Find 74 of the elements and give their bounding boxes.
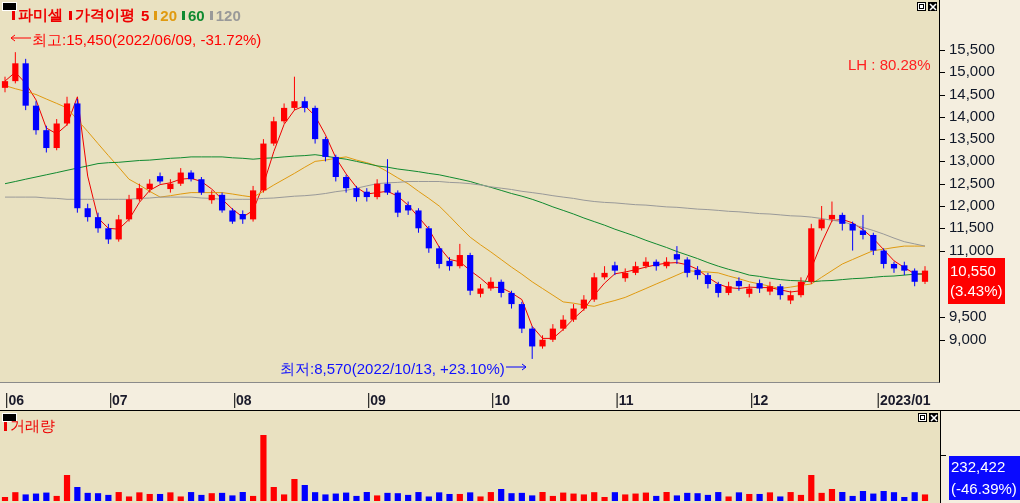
- candlestick: [735, 276, 743, 292]
- arrow-icon: [10, 33, 32, 42]
- legend-label: 20: [160, 7, 178, 24]
- pane-icon[interactable]: [2, 2, 17, 11]
- price-tick-label: 12,000: [949, 196, 995, 213]
- candlestick: [270, 116, 277, 147]
- date-tick-label: 09: [368, 393, 386, 408]
- arrow-icon: [504, 362, 527, 371]
- date-tick-label: 10: [492, 393, 510, 408]
- candlestick: [797, 276, 805, 298]
- price-tick-label: 12,500: [949, 173, 995, 191]
- close-icon[interactable]: [929, 413, 938, 422]
- candlestick: [611, 261, 618, 276]
- candlestick: [405, 201, 412, 216]
- legend-label: 5: [141, 7, 150, 24]
- current-volume-tag: 232,422 (-46.39%): [949, 456, 1020, 500]
- candlestick: [684, 256, 691, 278]
- candlestick: [384, 158, 391, 196]
- candlestick: [291, 76, 298, 111]
- legend-label: 파미셀: [18, 6, 63, 25]
- date-tick-label: 07: [109, 393, 128, 408]
- candlestick: [43, 125, 50, 153]
- candlestick: [818, 205, 825, 232]
- legend-label: 120: [215, 7, 241, 24]
- candlestick: [870, 232, 877, 256]
- candlestick: [529, 325, 536, 360]
- volume-title: 거래량: [10, 417, 55, 436]
- candlestick: [281, 102, 288, 125]
- price-tick-label: 15,000: [949, 62, 995, 80]
- price-tick-label: 9,500: [949, 307, 987, 325]
- high-price-label: 최고:15,450(2022/06/09, -31.72%): [32, 31, 262, 50]
- candlestick: [94, 212, 102, 234]
- candlestick: [766, 281, 774, 296]
- price-tick-label: 13,500: [949, 129, 995, 147]
- low-price-label: 최저:8,570(2022/10/13, +23.10%): [280, 360, 505, 379]
- candlestick: [156, 172, 164, 185]
- candlestick: [880, 247, 887, 269]
- price-tick-label: 11,000: [949, 240, 994, 258]
- candlestick: [415, 207, 422, 234]
- price-tick-label: 15,500: [949, 39, 995, 57]
- candlestick: [322, 136, 329, 162]
- candlestick: [591, 272, 598, 303]
- candlestick: [1, 76, 9, 93]
- lh-label: LH : 80.28%: [848, 56, 931, 73]
- candlestick: [849, 221, 856, 252]
- legend-label: 가격이평: [75, 6, 135, 25]
- candlestick: [115, 214, 122, 243]
- date-tick-label: 12: [750, 393, 769, 408]
- date-tick-label: 08: [233, 393, 252, 408]
- restore-icon[interactable]: [917, 2, 926, 11]
- candlestick: [12, 51, 19, 84]
- candlestick: [332, 154, 339, 182]
- price-tick-label: 14,500: [949, 84, 995, 102]
- close-icon[interactable]: [928, 2, 937, 11]
- price-tick-label: 13,000: [949, 151, 995, 169]
- candlestick: [374, 178, 381, 200]
- date-tick-label: 2023/01: [878, 393, 931, 408]
- candlestick: [63, 96, 71, 127]
- candlestick: [105, 223, 112, 245]
- candlestick: [673, 245, 681, 265]
- legend-label: 60: [188, 7, 205, 24]
- price-tick-label: 11,500: [949, 218, 994, 236]
- candlestick: [456, 243, 463, 269]
- candlestick: [436, 245, 443, 269]
- price-tick-label: 9,000: [949, 329, 987, 347]
- candlestick: [425, 225, 432, 254]
- current-price-tag: 10,550 (3.43%): [948, 258, 1005, 304]
- candlestick: [218, 192, 226, 214]
- price-tick-label: 14,000: [949, 106, 995, 124]
- date-tick-label: 11: [616, 393, 634, 408]
- restore-icon[interactable]: [918, 413, 927, 422]
- date-tick-label: 06: [6, 393, 25, 408]
- candlestick: [394, 189, 401, 218]
- candlestick: [125, 194, 133, 223]
